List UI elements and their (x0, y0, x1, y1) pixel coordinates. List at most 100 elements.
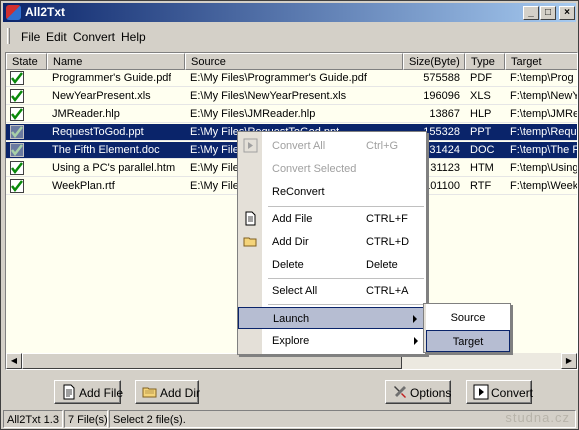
menu-item-label: Add File (272, 213, 313, 225)
menu-item-convert-selected[interactable]: Convert Selected (238, 158, 426, 180)
title-bar[interactable]: All2Txt _ □ × (3, 3, 576, 22)
menu-separator (268, 278, 424, 279)
checkmark-icon (10, 143, 24, 157)
column-header-size[interactable]: Size(Byte) (403, 53, 465, 70)
menu-convert[interactable]: Convert (73, 30, 115, 44)
add-dir-button[interactable]: Add Dir (135, 380, 201, 404)
maximize-button[interactable]: □ (540, 6, 556, 20)
row-type: PDF (470, 72, 492, 84)
column-header-name[interactable]: Name (47, 53, 185, 70)
menu-item-label: ReConvert (272, 186, 325, 198)
scrollbar-thumb[interactable] (22, 353, 402, 369)
add-dir-label: Add Dir (160, 386, 201, 400)
column-header-source[interactable]: Source (185, 53, 403, 70)
menu-separator (268, 304, 424, 305)
row-target: F:\temp\NewY (510, 90, 578, 102)
row-name: Programmer's Guide.pdf (52, 72, 172, 84)
menu-item-label: Add Dir (272, 236, 309, 248)
row-name: RequestToGod.ppt (52, 126, 144, 138)
tools-icon (394, 386, 406, 398)
menu-file[interactable]: File (21, 30, 40, 44)
scroll-left-icon[interactable]: ◀ (6, 353, 22, 369)
row-name: WeekPlan.rtf (52, 180, 115, 192)
row-type: HLP (470, 108, 492, 120)
menu-item-label: Launch (273, 313, 310, 325)
row-target: F:\temp\Using (510, 162, 578, 174)
menu-bar: File Edit Convert Help (3, 25, 576, 47)
row-name: The Fifth Element.doc (52, 144, 160, 156)
status-bar: All2Txt 1.3 7 File(s) Select 2 file(s). (3, 409, 576, 429)
menu-help[interactable]: Help (121, 30, 146, 44)
close-button[interactable]: × (559, 6, 575, 20)
column-header-state[interactable]: State (6, 53, 47, 70)
row-source: E:\My Files\JMReader.hlp (190, 108, 316, 120)
menu-edit[interactable]: Edit (46, 30, 67, 44)
convert-button[interactable]: Convert (466, 380, 533, 404)
menu-item-reconvert[interactable]: ReConvert (238, 181, 426, 203)
row-target: F:\temp\Requ (510, 126, 577, 138)
checkmark-icon (10, 107, 24, 121)
options-label: Options (410, 386, 452, 400)
menu-item-delete[interactable]: Delete Delete (238, 254, 426, 276)
row-name: NewYearPresent.xls (52, 90, 151, 102)
table-row[interactable]: Programmer's Guide.pdf E:\My Files\Progr… (6, 70, 577, 87)
menu-separator (268, 206, 424, 207)
status-version: All2Txt 1.3 (3, 410, 63, 428)
menu-item-label: Select All (272, 285, 318, 297)
row-type: PPT (470, 126, 492, 138)
checkmark-icon (10, 89, 24, 103)
row-type: XLS (470, 90, 491, 102)
submenu-arrow-icon (413, 315, 417, 323)
row-source: E:\My Files\NewYearPresent.xls (190, 90, 347, 102)
document-icon (245, 211, 256, 226)
status-file-count: 7 File(s) (64, 410, 108, 428)
menu-item-explore[interactable]: Explore (238, 330, 426, 352)
row-name: Using a PC's parallel.htm (52, 162, 176, 174)
row-size: 575588 (423, 72, 460, 84)
folder-icon (142, 387, 157, 398)
menu-item-select-all[interactable]: Select All CTRL+A (238, 280, 426, 302)
scroll-right-icon[interactable]: ▶ (561, 353, 577, 369)
watermark: studna.cz (505, 410, 570, 425)
row-size: 196096 (423, 90, 460, 102)
horizontal-scrollbar[interactable]: ◀ ▶ (6, 353, 577, 369)
menu-item-add-file[interactable]: Add File CTRL+F (238, 208, 426, 230)
play-icon (473, 384, 489, 400)
row-type: HTM (470, 162, 494, 174)
row-name: JMReader.hlp (52, 108, 120, 120)
menu-item-shortcut: CTRL+D (366, 236, 410, 248)
menu-item-label: Explore (272, 335, 310, 347)
menu-item-launch[interactable]: Launch (238, 307, 426, 329)
menu-item-label: Convert All (272, 140, 326, 152)
submenu-item-target[interactable]: Target (426, 330, 510, 352)
column-header-target[interactable]: Target (505, 53, 577, 70)
row-source: E:\My Files\Programmer's Guide.pdf (190, 72, 367, 84)
add-file-button[interactable]: Add File (54, 380, 124, 404)
table-row[interactable]: NewYearPresent.xls E:\My Files\NewYearPr… (6, 88, 578, 105)
submenu-arrow-icon (414, 337, 418, 345)
play-icon (243, 138, 258, 153)
list-header: State Name Source Size(Byte) Type Target (6, 53, 577, 70)
submenu-item-source[interactable]: Source (426, 307, 510, 329)
row-target: F:\temp\Week (510, 180, 578, 192)
row-target: F:\temp\The F (510, 144, 578, 156)
app-window: All2Txt _ □ × File Edit Convert Help Sta… (0, 0, 579, 430)
add-file-label: Add File (79, 386, 124, 400)
menu-item-label: Convert Selected (272, 163, 357, 175)
menu-item-shortcut: CTRL+A (366, 285, 409, 297)
row-type: RTF (470, 180, 492, 192)
menu-item-shortcut: CTRL+F (366, 213, 408, 225)
menu-item-convert-all[interactable]: Convert All Ctrl+G (238, 135, 426, 157)
column-header-type[interactable]: Type (465, 53, 505, 70)
checkmark-icon (10, 71, 24, 85)
context-menu: Convert All Ctrl+G Convert Selected ReCo… (237, 131, 427, 355)
minimize-button[interactable]: _ (523, 6, 539, 20)
window-title: All2Txt (25, 5, 66, 19)
menu-item-add-dir[interactable]: Add Dir CTRL+D (238, 231, 426, 253)
menubar-grip (7, 28, 10, 44)
folder-icon (243, 237, 257, 247)
table-row[interactable]: JMReader.hlp E:\My Files\JMReader.hlp 13… (6, 106, 577, 123)
options-button[interactable]: Options (385, 380, 451, 404)
launch-submenu: Source Target (423, 303, 511, 353)
menu-item-label: Delete (272, 259, 304, 271)
